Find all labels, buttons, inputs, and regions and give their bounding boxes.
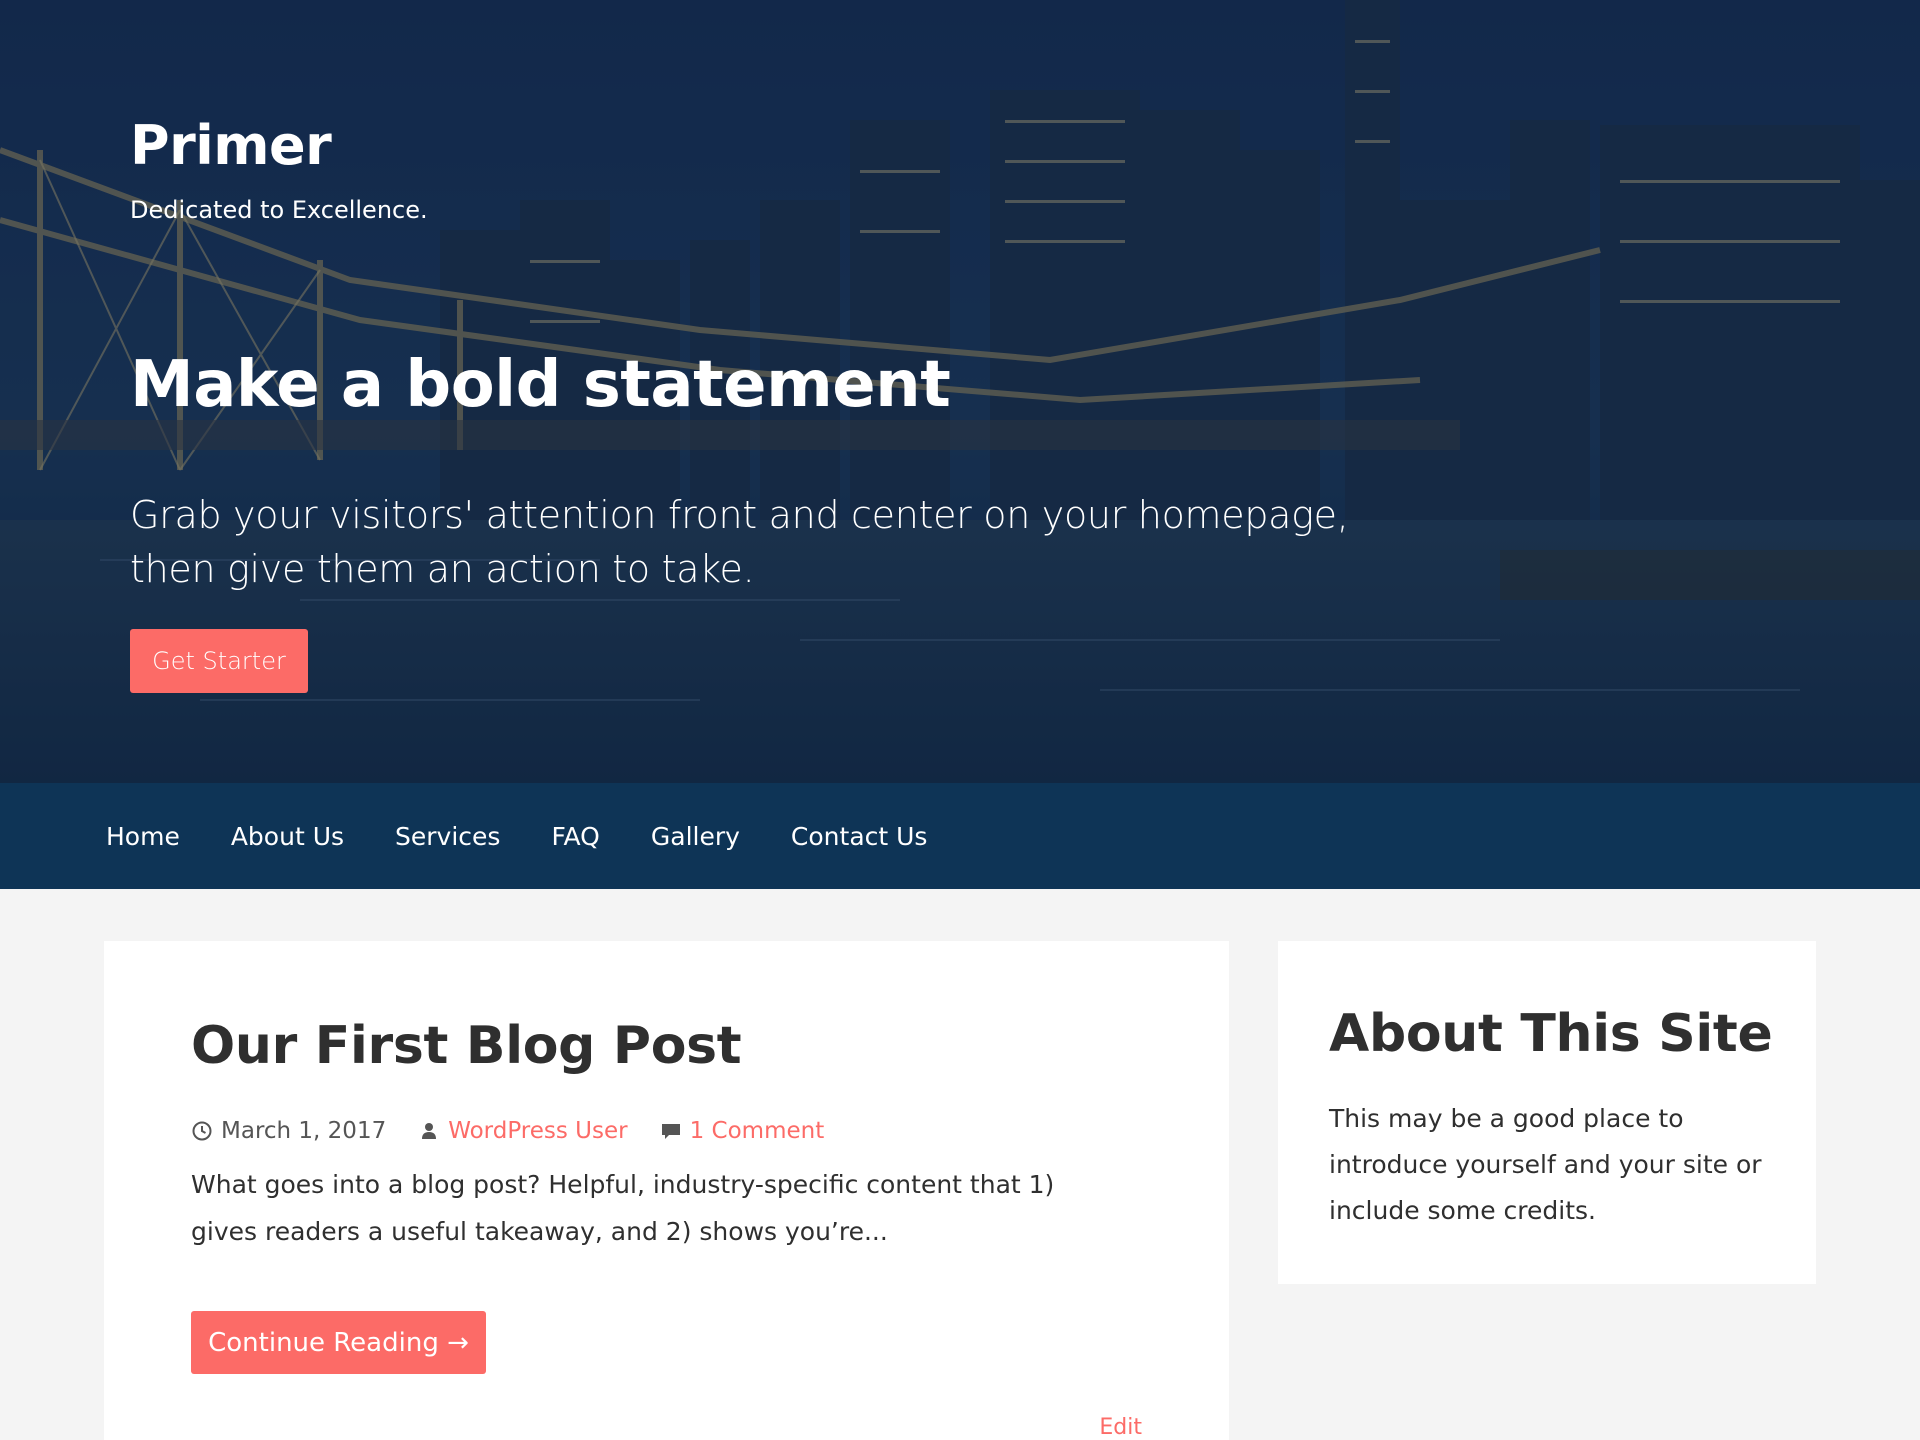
hero-section: Primer Dedicated to Excellence. Make a b… <box>0 0 1920 783</box>
hero-text: Grab your visitors' attention front and … <box>130 493 1349 591</box>
post-date: March 1, 2017 <box>221 1118 387 1144</box>
nav-item-home[interactable]: Home <box>106 822 180 851</box>
site-tagline: Dedicated to Excellence. <box>130 196 428 224</box>
widget-title: About This Site <box>1329 1004 1773 1064</box>
about-site-widget: About This Site This may be a good place… <box>1278 941 1816 1284</box>
post-meta: March 1, 2017 WordPress User 1 Comment <box>191 1118 856 1144</box>
user-icon <box>422 1123 437 1139</box>
blog-post-card: Our First Blog Post March 1, 2017 WordPr… <box>104 941 1229 1440</box>
post-author-group: WordPress User <box>418 1118 628 1144</box>
nav-item-faq[interactable]: FAQ <box>551 822 599 851</box>
main-navigation: Home About Us Services FAQ Gallery Conta… <box>0 783 1920 889</box>
nav-item-contact-us[interactable]: Contact Us <box>791 822 928 851</box>
post-author-link[interactable]: WordPress User <box>448 1118 627 1144</box>
post-title[interactable]: Our First Blog Post <box>191 1016 742 1076</box>
site-title[interactable]: Primer <box>130 114 332 177</box>
post-comments-link[interactable]: 1 Comment <box>690 1118 825 1144</box>
widget-text: This may be a good place to introduce yo… <box>1329 1104 1762 1225</box>
nav-item-gallery[interactable]: Gallery <box>651 822 740 851</box>
nav-item-about-us[interactable]: About Us <box>231 822 344 851</box>
nav-item-services[interactable]: Services <box>395 822 500 851</box>
continue-reading-button[interactable]: Continue Reading → <box>191 1311 486 1374</box>
post-excerpt: What goes into a blog post? Helpful, ind… <box>191 1170 1055 1246</box>
post-date-group: March 1, 2017 <box>191 1118 386 1144</box>
edit-post-link[interactable]: Edit <box>1099 1415 1142 1440</box>
clock-icon <box>192 1121 212 1141</box>
hero-headline: Make a bold statement <box>130 348 951 422</box>
get-started-button[interactable]: Get Starter <box>130 629 308 693</box>
post-comments-group: 1 Comment <box>660 1118 825 1144</box>
comment-icon <box>661 1124 680 1139</box>
